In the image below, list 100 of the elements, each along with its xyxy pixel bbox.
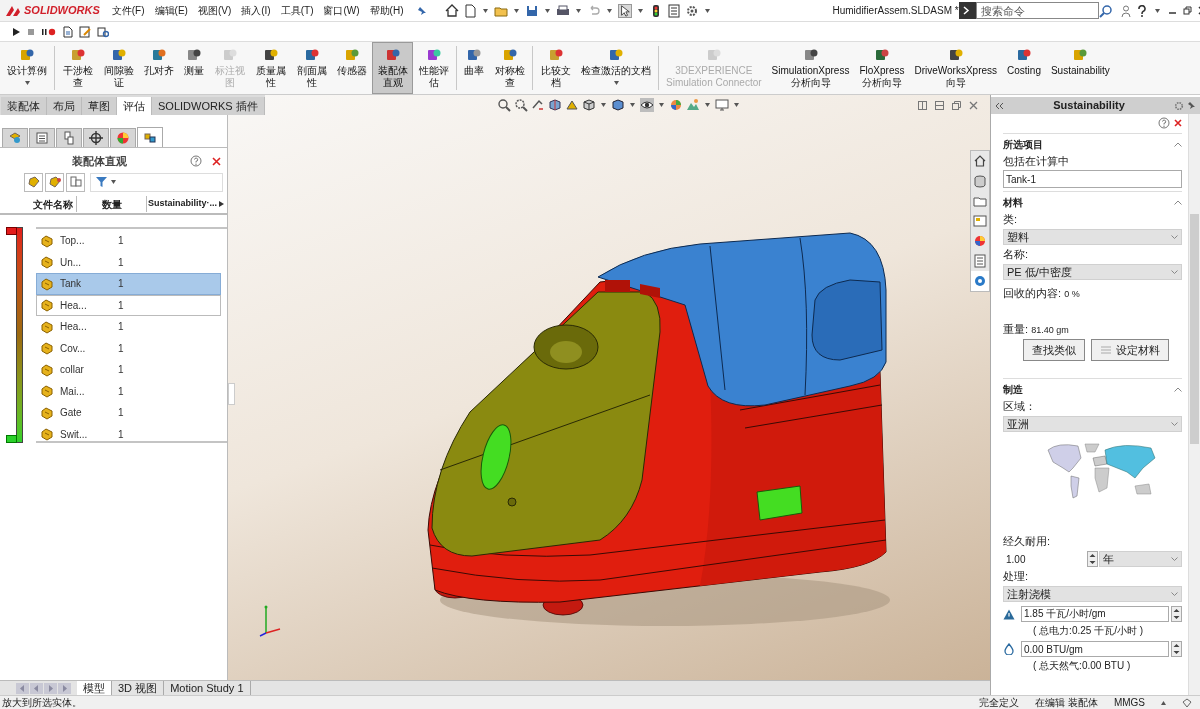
spinner-icon[interactable]	[1087, 551, 1098, 567]
collapse-icon[interactable]	[995, 101, 1004, 110]
ribbon-button[interactable]: 孔对齐	[139, 42, 179, 94]
component-row[interactable]: Tank 1	[36, 273, 221, 295]
caret-icon[interactable]	[576, 8, 582, 13]
ribbon-button[interactable]: FloXpress 分析向导	[854, 42, 910, 94]
stop-icon[interactable]	[27, 26, 36, 37]
task-pane-tab[interactable]	[971, 271, 989, 291]
dynamic-annotation-icon[interactable]	[564, 98, 579, 112]
ribbon-button[interactable]: 间隙验证	[98, 42, 139, 94]
menu-item[interactable]: 文件(F)	[111, 3, 145, 18]
ribbon-button[interactable]: Costing	[1002, 42, 1046, 94]
previous-view-icon[interactable]	[530, 98, 545, 112]
menu-item[interactable]: 窗口(W)	[323, 3, 360, 18]
command-tab[interactable]: 装配体	[1, 97, 47, 115]
view-mode-button[interactable]	[45, 172, 64, 192]
command-tab[interactable]: 草图	[82, 97, 117, 115]
gear-icon[interactable]	[685, 3, 700, 18]
collapse-icon[interactable]	[1174, 142, 1182, 147]
panel-tab[interactable]	[56, 128, 82, 147]
caret-icon[interactable]	[600, 103, 606, 107]
caret-icon[interactable]	[704, 103, 710, 107]
caret-icon[interactable]	[1154, 8, 1160, 13]
dropdown[interactable]: 年	[1099, 551, 1182, 567]
appearance-icon[interactable]	[668, 98, 683, 112]
command-tab[interactable]: SOLIDWORKS 插件	[152, 97, 265, 115]
caret-icon[interactable]	[629, 103, 635, 107]
text-field[interactable]: Tank-1	[1003, 170, 1182, 188]
ribbon-button[interactable]: DriveWorksXpress 向导	[909, 42, 1003, 94]
ribbon-button[interactable]: 曲率	[459, 42, 489, 94]
component-row[interactable]: Un... 1	[36, 251, 221, 273]
search-field[interactable]: 搜索命令	[975, 2, 1099, 19]
number-field[interactable]: 0.00 BTU/gm	[1021, 641, 1169, 657]
spinner-icon[interactable]	[1171, 606, 1182, 622]
ribbon-button[interactable]: Sustainability	[1045, 42, 1115, 94]
window-split-icon[interactable]	[935, 100, 944, 110]
collapse-icon[interactable]	[1174, 200, 1182, 205]
panel-tab[interactable]	[83, 128, 109, 147]
pin-icon[interactable]	[1187, 101, 1196, 110]
play-icon[interactable]	[12, 26, 21, 37]
home-icon[interactable]	[445, 3, 460, 18]
component-row[interactable]: Hea... 1	[36, 316, 221, 338]
dropdown[interactable]: PE 低/中密度	[1003, 264, 1182, 280]
caret-icon[interactable]	[733, 103, 739, 107]
menu-item[interactable]: 帮助(H)	[369, 3, 404, 18]
caret-icon[interactable]	[705, 8, 711, 13]
ribbon-button[interactable]: 检查激活的文档	[576, 42, 656, 94]
ribbon-button[interactable]: 测量	[179, 42, 209, 94]
zoom-area-icon[interactable]	[513, 98, 528, 112]
dropdown[interactable]: 注射浇模	[1003, 586, 1182, 602]
window-tile-icon[interactable]	[918, 100, 927, 110]
scrollbar-thumb[interactable]	[1190, 214, 1199, 444]
printer-icon[interactable]	[556, 3, 571, 18]
spinner-icon[interactable]	[1171, 641, 1182, 657]
ribbon-button[interactable]: 装配体直观	[372, 42, 413, 94]
command-tab[interactable]: 评估	[117, 97, 152, 115]
view-mode-button[interactable]	[24, 172, 43, 192]
component-row[interactable]: Mai... 1	[36, 380, 221, 402]
action-button[interactable]: 设定材料	[1091, 339, 1169, 361]
restore-icon[interactable]	[1182, 6, 1192, 15]
display-style-icon[interactable]	[610, 98, 625, 112]
collapse-icon[interactable]	[1174, 387, 1182, 392]
menu-item[interactable]: 视图(V)	[197, 3, 232, 18]
caret-icon[interactable]	[483, 8, 489, 13]
component-row[interactable]: Hea... 1	[36, 294, 221, 316]
component-row[interactable]: Top... 1	[36, 230, 221, 252]
macro-settings-icon[interactable]	[97, 25, 109, 38]
macro-edit-icon[interactable]	[79, 25, 91, 38]
cube-view-icon[interactable]	[581, 98, 596, 112]
component-row[interactable]: Cov... 1	[36, 337, 221, 359]
ribbon-button[interactable]: 对称检查	[489, 42, 530, 94]
expand-arrow-icon[interactable]	[219, 201, 224, 207]
component-row[interactable]: collar 1	[36, 359, 221, 381]
macro-file-icon[interactable]	[62, 25, 73, 38]
panel-tab[interactable]	[137, 127, 163, 147]
caret-icon[interactable]	[658, 103, 664, 107]
pin-icon[interactable]	[417, 5, 428, 16]
dropdown[interactable]: 塑料	[1003, 229, 1182, 245]
view-tab[interactable]: 模型	[77, 681, 112, 695]
scale-marker[interactable]	[6, 435, 17, 443]
action-button[interactable]: 查找类似	[1023, 339, 1085, 361]
cursor-icon[interactable]	[618, 3, 633, 18]
save-icon[interactable]	[525, 3, 540, 18]
caret-up-icon[interactable]	[1161, 700, 1166, 705]
section-view-icon[interactable]	[547, 98, 562, 112]
caret-icon[interactable]	[545, 8, 551, 13]
caret-icon[interactable]	[111, 180, 116, 184]
help-icon[interactable]	[1136, 4, 1147, 17]
component-row[interactable]: Swit... 1	[36, 423, 221, 445]
document-icon[interactable]	[463, 3, 478, 18]
ribbon-button[interactable]: 干涉检查	[57, 42, 98, 94]
splitter-handle[interactable]	[228, 383, 235, 405]
scale-marker[interactable]	[6, 227, 17, 235]
ribbon-button[interactable]: 剖面属性	[291, 42, 332, 94]
caret-icon[interactable]	[607, 8, 613, 13]
menu-item[interactable]: 编辑(E)	[154, 3, 188, 18]
caret-icon[interactable]	[613, 81, 619, 85]
user-icon[interactable]	[1120, 4, 1131, 17]
dropdown[interactable]: 亚洲	[1003, 416, 1182, 432]
menu-item[interactable]: 工具(T)	[280, 3, 314, 18]
